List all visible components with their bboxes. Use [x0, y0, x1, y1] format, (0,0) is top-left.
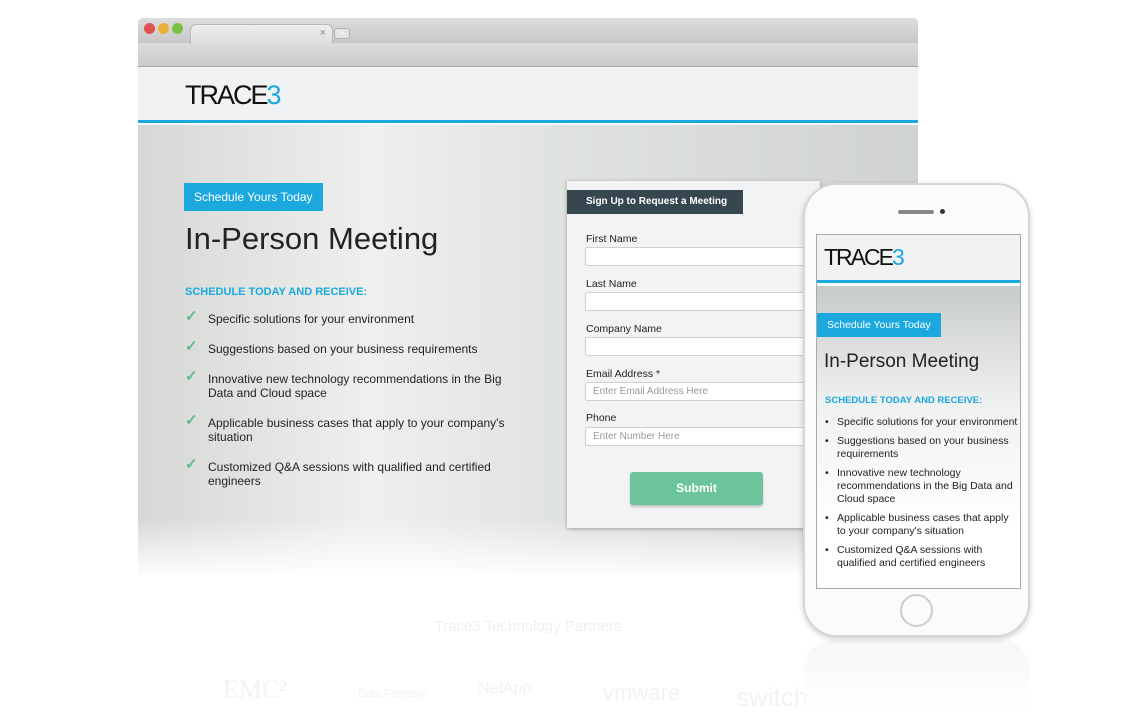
logo-text: TRACE: [185, 80, 269, 110]
benefit-text: Customized Q&A sessions with qualified a…: [208, 460, 491, 488]
company-name-input[interactable]: [585, 337, 815, 356]
first-name-label: First Name: [586, 233, 638, 245]
vmware-logo: vmware: [603, 680, 681, 705]
phone-schedule-badge: Schedule Yours Today: [817, 313, 941, 337]
phone-reflection: [803, 640, 1030, 714]
check-icon: ✓: [185, 412, 198, 429]
trace3-logo[interactable]: TRACE3: [185, 80, 282, 111]
list-item: ✓ Specific solutions for your environment: [185, 308, 515, 326]
list-item: Applicable business cases that apply to …: [825, 512, 1020, 538]
phone-mockup: TRACE3 Schedule Yours Today In-Person Me…: [803, 183, 1030, 637]
meeting-request-form: Sign Up to Request a Meeting First Name …: [567, 181, 820, 528]
maximize-window-button[interactable]: [172, 23, 183, 34]
benefit-text: Innovative new technology recommendation…: [208, 372, 502, 400]
email-label: Email Address *: [586, 368, 661, 380]
emc-logo: EMC²: [223, 675, 288, 704]
phone-site-header: TRACE3: [817, 235, 1020, 283]
site-header: TRACE3: [138, 67, 918, 123]
list-item: ✓ Suggestions based on your business requ…: [185, 338, 515, 356]
switch-logo: switch: [736, 682, 809, 712]
check-icon: ✓: [185, 368, 198, 385]
phone-benefits-subtitle: SCHEDULE TODAY AND RECEIVE:: [825, 395, 983, 406]
partners-section: Trace3 Technology Partners EMC² Data Fou…: [138, 600, 918, 714]
list-item: Innovative new technology recommendation…: [825, 467, 1020, 506]
list-item: Customized Q&A sessions with qualified a…: [825, 544, 1020, 570]
phone-screen: TRACE3 Schedule Yours Today In-Person Me…: [816, 234, 1021, 589]
logo-digit: 3: [266, 80, 282, 110]
list-item: ✓ Innovative new technology recommendatio…: [185, 368, 515, 400]
browser-tab[interactable]: ×: [190, 24, 333, 44]
benefit-text: Applicable business cases that apply to …: [208, 416, 505, 444]
benefit-text: Suggestions based on your business requi…: [208, 342, 478, 356]
speaker-icon: [898, 210, 934, 214]
benefits-list: ✓ Specific solutions for your environment…: [185, 308, 515, 504]
partners-title: Trace3 Technology Partners: [434, 618, 622, 635]
benefit-text: Specific solutions for your environment: [208, 312, 415, 326]
company-name-label: Company Name: [586, 323, 662, 335]
last-name-input[interactable]: [585, 292, 815, 311]
close-window-button[interactable]: [144, 23, 155, 34]
phone-input[interactable]: Enter Number Here: [585, 427, 815, 446]
schedule-badge: Schedule Yours Today: [184, 183, 323, 211]
camera-icon: [940, 209, 945, 214]
check-icon: ✓: [185, 456, 198, 473]
benefits-subtitle: SCHEDULE TODAY AND RECEIVE:: [185, 286, 368, 298]
phone-label: Phone: [586, 412, 617, 424]
logo-digit: 3: [891, 244, 905, 270]
data-fountain-logo: Data Fountain: [358, 688, 428, 700]
new-tab-button[interactable]: +: [334, 28, 350, 39]
logo-text: TRACE: [824, 244, 894, 270]
minimize-window-button[interactable]: [158, 23, 169, 34]
close-tab-icon[interactable]: ×: [320, 27, 326, 39]
check-icon: ✓: [185, 308, 198, 325]
check-icon: ✓: [185, 338, 198, 355]
list-item: Suggestions based on your business requi…: [825, 435, 1020, 461]
netapp-logo: NetApp: [478, 680, 532, 697]
form-title: Sign Up to Request a Meeting: [567, 190, 743, 214]
email-input[interactable]: Enter Email Address Here: [585, 382, 815, 401]
phone-page-title: In-Person Meeting: [824, 351, 980, 372]
page-title: In-Person Meeting: [185, 221, 439, 256]
submit-button[interactable]: Submit: [630, 472, 763, 505]
home-button[interactable]: [900, 594, 933, 627]
list-item: ✓ Applicable business cases that apply to…: [185, 412, 515, 444]
list-item: Specific solutions for your environment: [825, 416, 1020, 429]
phone-benefits-list: Specific solutions for your environment …: [825, 416, 1020, 576]
tab-bar: × +: [138, 18, 918, 44]
first-name-input[interactable]: [585, 247, 815, 266]
list-item: ✓ Customized Q&A sessions with qualified …: [185, 456, 515, 488]
browser-toolbar: [138, 43, 918, 67]
phone-trace3-logo[interactable]: TRACE3: [824, 244, 905, 271]
last-name-label: Last Name: [586, 278, 637, 290]
